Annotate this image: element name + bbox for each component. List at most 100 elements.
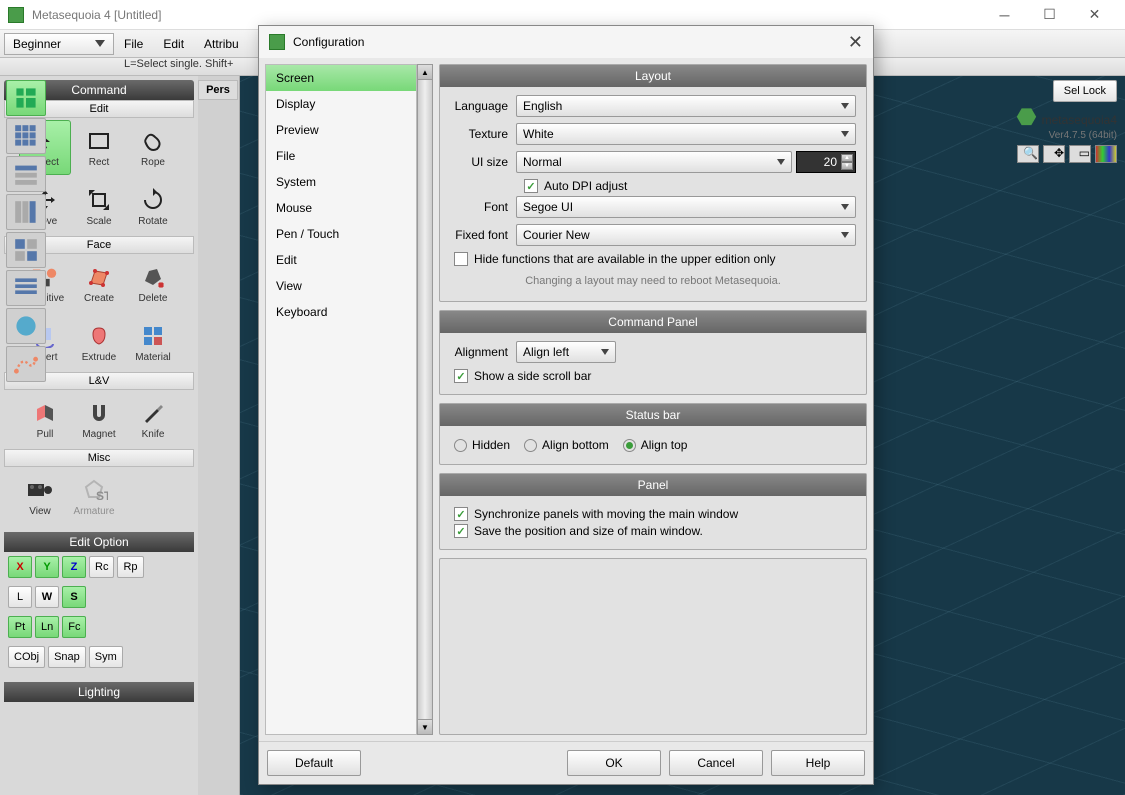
scrollbar-checkbox[interactable]: Show a side scroll bar	[454, 369, 856, 383]
scroll-track[interactable]	[417, 80, 433, 719]
dialog-close-button[interactable]: ✕	[848, 32, 863, 53]
tool-scale[interactable]: Scale	[73, 179, 125, 234]
alignment-dropdown[interactable]: Align left	[516, 341, 616, 363]
tool-view[interactable]: View	[14, 469, 66, 524]
spin-up-icon[interactable]: ▲	[841, 154, 853, 162]
opt-cobj[interactable]: CObj	[8, 646, 45, 668]
tool-delete[interactable]: Delete	[127, 256, 179, 311]
language-dropdown[interactable]: English	[516, 95, 856, 117]
tool-rect[interactable]: Rect	[73, 120, 125, 175]
cat-screen[interactable]: Screen	[266, 65, 416, 91]
reboot-hint: Changing a layout may need to reboot Met…	[450, 269, 856, 293]
hide-upper-checkbox[interactable]: Hide functions that are available in the…	[454, 252, 856, 266]
cat-preview[interactable]: Preview	[266, 117, 416, 143]
tool-material[interactable]: Material	[127, 315, 179, 370]
ok-button[interactable]: OK	[567, 750, 661, 776]
axis-x[interactable]: X	[8, 556, 32, 578]
list-icon[interactable]	[6, 270, 46, 306]
tool-magnet[interactable]: Magnet	[73, 392, 125, 447]
close-button[interactable]: ✕	[1072, 0, 1117, 30]
col-icon[interactable]	[6, 194, 46, 230]
version: Ver4.7.5 (64bit)	[1017, 130, 1117, 141]
texture-label: Texture	[450, 127, 516, 141]
scroll-down-icon[interactable]: ▼	[417, 719, 433, 735]
tool-rotate[interactable]: Rotate	[127, 179, 179, 234]
cat-view[interactable]: View	[266, 273, 416, 299]
save-position-checkbox[interactable]: Save the position and size of main windo…	[454, 524, 856, 538]
opt-fc[interactable]: Fc	[62, 616, 86, 638]
tool-extrude[interactable]: Extrude	[73, 315, 125, 370]
radio-align-bottom[interactable]: Align bottom	[524, 438, 609, 452]
default-button[interactable]: Default	[267, 750, 361, 776]
spin-down-icon[interactable]: ▼	[841, 162, 853, 170]
tool-knife[interactable]: Knife	[127, 392, 179, 447]
opt-rc[interactable]: Rc	[89, 556, 114, 578]
brand: ⬣ metasequoia4 Ver4.7.5 (64bit) 🔍 ✥ ▭	[1017, 104, 1117, 163]
cancel-button[interactable]: Cancel	[669, 750, 763, 776]
panel-header: Panel	[440, 474, 866, 496]
radio-hidden[interactable]: Hidden	[454, 438, 510, 452]
opt-ln[interactable]: Ln	[35, 616, 59, 638]
opt-snap[interactable]: Snap	[48, 646, 86, 668]
zoom-icon[interactable]: 🔍	[1017, 145, 1039, 163]
category-list: Screen Display Preview File System Mouse…	[265, 64, 417, 735]
cells-icon[interactable]	[6, 232, 46, 268]
help-button[interactable]: Help	[771, 750, 865, 776]
grid9-icon[interactable]	[6, 118, 46, 154]
sync-panels-checkbox[interactable]: Synchronize panels with moving the main …	[454, 507, 856, 521]
font-dropdown[interactable]: Segoe UI	[516, 196, 856, 218]
minimize-button[interactable]: ─	[982, 0, 1027, 30]
cat-keyboard[interactable]: Keyboard	[266, 299, 416, 325]
cat-edit[interactable]: Edit	[266, 247, 416, 273]
opt-rp[interactable]: Rp	[117, 556, 143, 578]
opt-l[interactable]: L	[8, 586, 32, 608]
axis-z[interactable]: Z	[62, 556, 86, 578]
cat-file[interactable]: File	[266, 143, 416, 169]
tool-armature[interactable]: STDArmature	[68, 469, 120, 524]
opt-pt[interactable]: Pt	[8, 616, 32, 638]
screen-icon[interactable]: ▭	[1069, 145, 1091, 163]
tool-rope[interactable]: Rope	[127, 120, 179, 175]
dialog-titlebar[interactable]: Configuration ✕	[259, 26, 873, 58]
view-tabs: Pers	[198, 76, 240, 795]
sel-lock-button[interactable]: Sel Lock	[1053, 80, 1117, 102]
scroll-up-icon[interactable]: ▲	[417, 64, 433, 80]
opt-w[interactable]: W	[35, 586, 59, 608]
grid-icon[interactable]	[6, 80, 46, 116]
mode-label: Beginner	[13, 37, 61, 51]
dialog-icon	[269, 34, 285, 50]
menu-edit[interactable]: Edit	[153, 30, 194, 58]
maximize-button[interactable]: ☐	[1027, 0, 1072, 30]
pan-icon[interactable]: ✥	[1043, 145, 1065, 163]
uisize-number[interactable]: 20▲▼	[796, 151, 856, 173]
row-icon[interactable]	[6, 156, 46, 192]
menu-file[interactable]: File	[114, 30, 153, 58]
tool-pull[interactable]: Pull	[19, 392, 71, 447]
cat-pen[interactable]: Pen / Touch	[266, 221, 416, 247]
radio-align-top[interactable]: Align top	[623, 438, 688, 452]
dialog-title: Configuration	[293, 35, 848, 49]
tab-pers[interactable]: Pers	[198, 80, 238, 100]
colors-icon[interactable]	[1095, 145, 1117, 163]
fixedfont-dropdown[interactable]: Courier New	[516, 224, 856, 246]
axis-y[interactable]: Y	[35, 556, 59, 578]
opt-s[interactable]: S	[62, 586, 86, 608]
layout-header: Layout	[440, 65, 866, 87]
category-scrollbar[interactable]: ▲ ▼	[417, 64, 433, 735]
curve-icon[interactable]	[6, 346, 46, 382]
chevron-down-icon	[777, 159, 785, 165]
cat-display[interactable]: Display	[266, 91, 416, 117]
cat-system[interactable]: System	[266, 169, 416, 195]
edit-option-title: Edit Option	[4, 532, 194, 552]
chevron-down-icon	[841, 232, 849, 238]
opt-sym[interactable]: Sym	[89, 646, 123, 668]
tool-create[interactable]: Create	[73, 256, 125, 311]
uisize-dropdown[interactable]: Normal	[516, 151, 792, 173]
mode-dropdown[interactable]: Beginner	[4, 33, 114, 55]
font-label: Font	[450, 200, 516, 214]
cat-mouse[interactable]: Mouse	[266, 195, 416, 221]
menu-attribute[interactable]: Attribu	[194, 30, 249, 58]
texture-dropdown[interactable]: White	[516, 123, 856, 145]
autodpi-checkbox[interactable]: Auto DPI adjust	[524, 179, 856, 193]
circle-icon[interactable]	[6, 308, 46, 344]
